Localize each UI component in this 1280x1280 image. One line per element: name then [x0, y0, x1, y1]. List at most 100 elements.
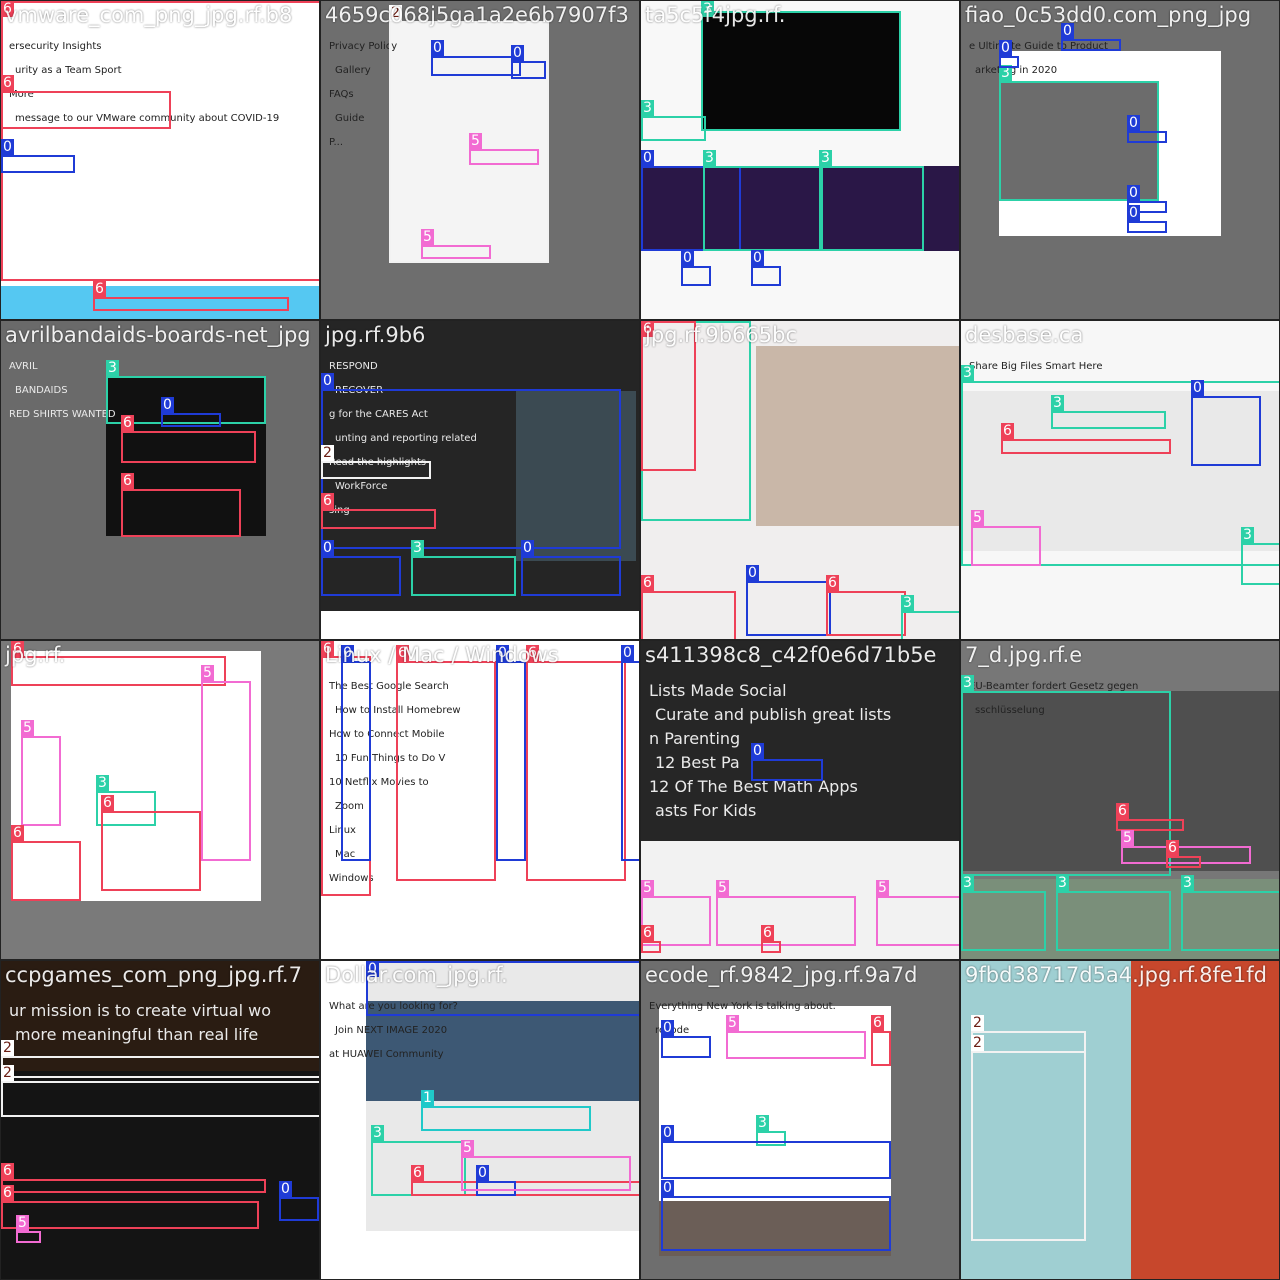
- mosaic-tile: 2 2 9fbd38717d5a4.jpg.rf.8fe1fd: [960, 960, 1280, 1280]
- annotation-label: 2: [971, 1035, 984, 1051]
- annotation-label: 3: [1241, 527, 1254, 543]
- tile-filename: 9fbd38717d5a4.jpg.rf.8fe1fd: [965, 963, 1267, 987]
- annotation-label: 5: [461, 1140, 474, 1156]
- annotation-box: [279, 1197, 319, 1221]
- annotation-label: 3: [106, 360, 119, 376]
- tile-filename: jpg.rf.9b665bc: [645, 323, 797, 347]
- screenshot-text: ur mission is to create virtual wo: [9, 1001, 271, 1020]
- annotation-box: [621, 661, 639, 861]
- annotation-label: 2: [321, 445, 334, 461]
- annotation-label: 5: [971, 510, 984, 526]
- annotation-box: [999, 56, 1019, 68]
- mosaic-tile: Lists Made Social Curate and publish grea…: [640, 640, 960, 960]
- mosaic-tile: RESPOND RECOVER g for the CARES Act unting …: [320, 320, 640, 640]
- annotation-label: 0: [321, 540, 334, 556]
- annotation-label: 5: [876, 880, 889, 896]
- annotation-box: [871, 1031, 891, 1066]
- annotation-label: 3: [641, 100, 654, 116]
- annotation-label: 5: [201, 665, 214, 681]
- screenshot-text: 12 Best Pa: [655, 753, 740, 772]
- annotation-label: 5: [469, 133, 482, 149]
- tile-filename: avrilbandaids-boards-net_jpg: [5, 323, 311, 347]
- annotation-label: 5: [716, 880, 729, 896]
- annotation-box: [876, 896, 959, 946]
- annotation-label: 0: [161, 397, 174, 413]
- annotation-label: 6: [1116, 803, 1129, 819]
- screenshot-text: Gallery: [335, 65, 371, 76]
- tile-filename: ccpgames_com_png_jpg.rf.7: [5, 963, 302, 987]
- mosaic-tile: EU-Beamter fordert Gesetz gegen sschlüsse…: [960, 640, 1280, 960]
- annotation-label: 3: [1056, 875, 1069, 891]
- annotation-label: 6: [411, 1165, 424, 1181]
- annotation-label: 0: [661, 1020, 674, 1036]
- screenshot-text: AVRIL: [9, 361, 38, 372]
- annotation-label: 3: [961, 675, 974, 691]
- annotation-box: [661, 1196, 891, 1251]
- annotation-box: [21, 736, 61, 826]
- screenshot-text: at HUAWEI Community: [329, 1049, 444, 1060]
- screenshot-text: Privacy Policy: [329, 41, 398, 52]
- annotation-box: [11, 841, 81, 901]
- screenshot-text: Join NEXT IMAGE 2020: [335, 1025, 448, 1036]
- annotation-box: [761, 941, 781, 953]
- annotation-box: [826, 591, 906, 636]
- annotation-box: [93, 297, 289, 311]
- annotation-box: [1, 1081, 319, 1117]
- screenshot-text: Everything New York is talking about.: [649, 1001, 836, 1012]
- screenshot-region: [756, 346, 959, 526]
- annotation-box: [701, 11, 901, 131]
- annotation-box: [703, 166, 823, 251]
- annotation-label: 6: [1166, 840, 1179, 856]
- mosaic-tile: Everything New York is talking about.rec…: [640, 960, 960, 1280]
- annotation-box: [1127, 131, 1167, 143]
- annotation-label: 0: [321, 373, 334, 389]
- annotation-box: [1, 1201, 259, 1229]
- annotation-box: [469, 149, 539, 165]
- annotation-box: [321, 461, 431, 479]
- mosaic-tile: e Ultimate Guide to Product arketing in 2…: [960, 0, 1280, 320]
- annotation-box: [421, 245, 491, 259]
- annotation-box: [101, 811, 201, 891]
- annotation-box: [641, 591, 736, 639]
- annotation-label: 0: [1191, 380, 1204, 396]
- tile-filename: ecode_rf.9842_jpg.rf.9a7d: [645, 963, 918, 987]
- screenshot-text: n Parenting: [649, 729, 741, 748]
- annotation-label: 6: [101, 795, 114, 811]
- annotation-box: [461, 1156, 631, 1191]
- annotation-label: 0: [1127, 205, 1140, 221]
- mosaic-tile: Privacy Policy Gallery FAQs Guide P... 2 0 0 5 5 4…: [320, 0, 640, 320]
- annotation-label: 3: [703, 150, 716, 166]
- annotation-box: [961, 891, 1046, 951]
- mosaic-tile: 6 5 3 6 5 6 jpg.rf.: [0, 640, 320, 960]
- annotation-box: [321, 509, 436, 529]
- annotation-box: [1166, 856, 1201, 868]
- annotation-label: 3: [411, 540, 424, 556]
- tile-filename: 7_d.jpg.rf.e: [965, 643, 1083, 667]
- annotation-label: 5: [421, 229, 434, 245]
- annotation-box: [1051, 411, 1166, 429]
- annotation-label: 2: [1, 1065, 14, 1081]
- annotation-box: [971, 1051, 1086, 1241]
- annotation-label: 3: [961, 365, 974, 381]
- annotation-label: 3: [371, 1125, 384, 1141]
- mosaic-tile: ersecurity Insights urity as a Team Sport…: [0, 0, 320, 320]
- annotation-box: [1056, 891, 1171, 951]
- annotation-label: 6: [93, 281, 106, 297]
- annotation-box: [726, 1031, 866, 1059]
- annotation-label: 3: [96, 775, 109, 791]
- annotation-label: 0: [1127, 115, 1140, 131]
- annotation-box: [1, 91, 171, 129]
- annotation-box: [751, 759, 823, 781]
- annotation-box: [1, 155, 75, 173]
- annotation-label: 3: [1051, 395, 1064, 411]
- tile-filename: s411398c8_c42f0e6d71b5e: [645, 643, 937, 667]
- annotation-label: 2: [971, 1015, 984, 1031]
- annotation-box: [641, 116, 706, 141]
- annotation-box: [1127, 221, 1167, 233]
- annotation-label: 0: [1, 139, 14, 155]
- annotation-box: [121, 431, 256, 463]
- annotation-box: [511, 61, 546, 79]
- annotation-label: 0: [661, 1180, 674, 1196]
- annotation-box: [751, 266, 781, 286]
- annotation-label: 6: [641, 925, 654, 941]
